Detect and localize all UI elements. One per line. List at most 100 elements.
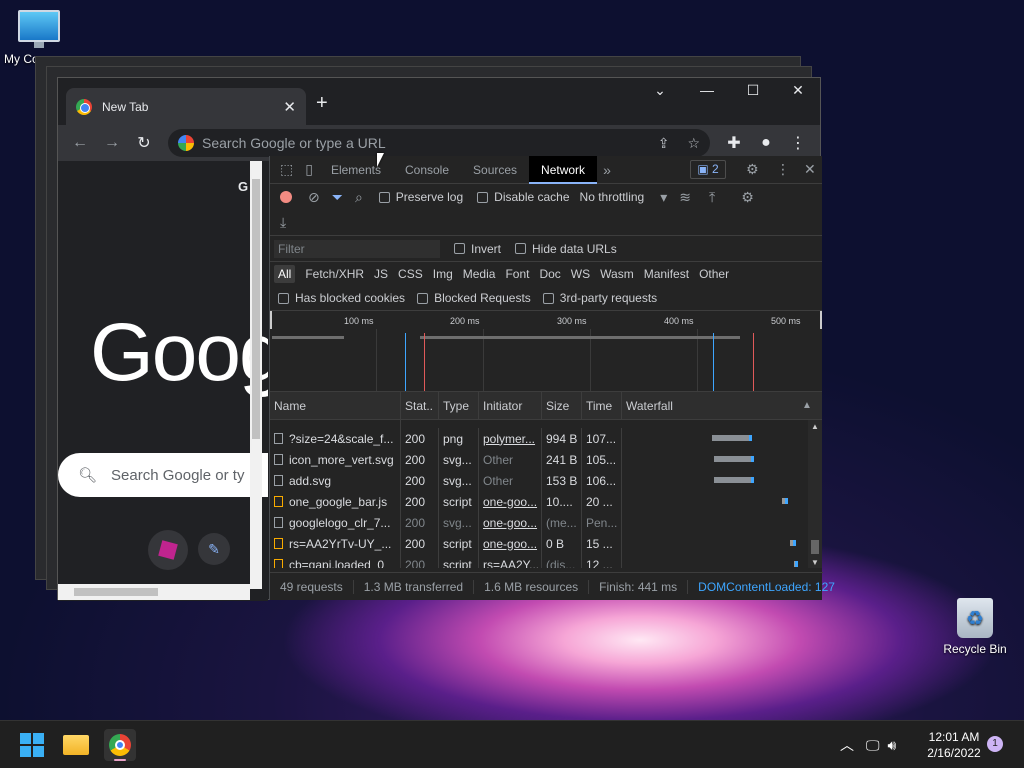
col-initiator[interactable]: Initiator (479, 392, 542, 419)
profile-avatar-icon[interactable]: ● (750, 134, 782, 152)
issues-count: 2 (711, 162, 719, 176)
table-row[interactable]: rs=AA2YrTv-UY_... 200 script one-goo... 0 B 1… (270, 533, 822, 554)
blocked-cookies-checkbox[interactable] (278, 292, 289, 304)
page-vertical-scrollbar[interactable] (250, 161, 262, 589)
type-filter-fetch-xhr[interactable]: Fetch/XHR (305, 267, 364, 281)
record-button[interactable] (280, 191, 292, 203)
table-row[interactable]: ?size=24&scale_f... 200 png polymer... 994 B… (270, 428, 822, 449)
bookmark-star-icon[interactable]: ☆ (687, 135, 700, 152)
chrome-taskbar-button[interactable] (104, 729, 136, 761)
type-filter-manifest[interactable]: Manifest (644, 267, 689, 281)
scroll-up-icon[interactable]: ▲ (811, 422, 819, 431)
third-party-checkbox[interactable] (542, 292, 554, 304)
import-har-icon[interactable]: ⤒ (703, 189, 721, 206)
tab-sources[interactable]: Sources (461, 156, 529, 184)
table-row[interactable] (270, 420, 822, 428)
invert-checkbox[interactable] (454, 243, 465, 254)
hide-data-urls-checkbox[interactable] (515, 243, 527, 254)
type-filter-wasm[interactable]: Wasm (600, 267, 634, 281)
sort-ascending-icon[interactable]: ▲ (802, 400, 822, 411)
col-size[interactable]: Size (542, 392, 582, 419)
cell-initiator[interactable]: rs=AA2Y... (479, 554, 542, 568)
desktop-icon-recycle-bin[interactable]: ♻ Recycle Bin (940, 598, 1010, 656)
start-button[interactable] (16, 729, 48, 761)
table-row[interactable]: add.svg 200 svg... Other 153 B 106... (270, 470, 822, 491)
network-settings-icon[interactable]: ⚙ (735, 189, 760, 206)
filter-input[interactable]: Filter (274, 239, 440, 258)
inspect-element-icon[interactable]: ⬚ (274, 161, 299, 178)
col-name[interactable]: Name (270, 392, 401, 419)
reload-button[interactable]: ↻ (128, 133, 160, 153)
cell-initiator[interactable]: polymer... (479, 428, 542, 449)
scroll-down-icon[interactable]: ▼ (811, 558, 819, 567)
overview-handle-left[interactable] (270, 311, 272, 329)
table-row[interactable]: googlelogo_clr_7... 200 svg... one-goo... (m… (270, 512, 822, 533)
device-toolbar-icon[interactable]: ▯ (299, 161, 319, 178)
tab-new-tab[interactable]: New Tab ✕ (66, 88, 306, 125)
disable-cache-checkbox[interactable] (477, 191, 489, 203)
network-overview[interactable]: 100 ms 200 ms 300 ms 400 ms 500 ms (270, 310, 822, 392)
tab-close-icon[interactable]: ✕ (283, 98, 296, 116)
settings-gear-icon[interactable]: ⚙ (740, 161, 765, 178)
table-row[interactable]: cb=gapi.loaded_0 200 script rs=AA2Y... (dis.… (270, 554, 822, 568)
cell-initiator[interactable]: one-goo... (479, 533, 542, 554)
type-filter-js[interactable]: JS (374, 267, 388, 281)
type-filter-doc[interactable]: Doc (539, 267, 560, 281)
cell-initiator[interactable]: one-goo... (479, 491, 542, 512)
blocked-requests-checkbox[interactable] (417, 292, 429, 304)
col-time[interactable]: Time (582, 392, 622, 419)
customize-button[interactable]: ✎ (198, 533, 230, 565)
back-button[interactable]: ← (64, 134, 96, 152)
scroll-thumb[interactable] (811, 540, 819, 554)
tab-search-icon[interactable]: ⌄ (645, 82, 675, 99)
shortcut-roblox[interactable] (148, 530, 188, 570)
type-filter-all[interactable]: All (274, 265, 296, 283)
tab-network[interactable]: Network (529, 155, 598, 184)
type-filter-other[interactable]: Other (699, 267, 729, 281)
clear-icon[interactable]: ⊘ (302, 189, 326, 206)
table-row[interactable]: icon_more_vert.svg 200 svg... Other 241 B 105… (270, 449, 822, 470)
network-conditions-icon[interactable]: ≋ (673, 189, 697, 206)
search-box[interactable]: 🔍︎ Search Google or ty (58, 453, 268, 497)
type-filter-img[interactable]: Img (433, 267, 453, 281)
type-filter-css[interactable]: CSS (398, 267, 423, 281)
forward-button[interactable]: → (96, 134, 128, 152)
new-tab-button[interactable]: + (316, 92, 328, 115)
type-filter-media[interactable]: Media (463, 267, 496, 281)
overview-handle-right[interactable] (820, 311, 822, 329)
devtools-menu-icon[interactable]: ⋮ (770, 161, 796, 178)
type-filter-ws[interactable]: WS (571, 267, 590, 281)
throttling-dropdown-icon[interactable]: ▾ (654, 189, 673, 206)
close-window-button[interactable]: ✕ (783, 82, 813, 99)
export-har-icon[interactable]: ⤓ (274, 214, 292, 231)
type-filter-font[interactable]: Font (505, 267, 529, 281)
page-horizontal-scrollbar[interactable] (58, 584, 250, 600)
omnibox[interactable]: Search Google or type a URL ⇪ ☆ (168, 129, 710, 157)
preserve-log-checkbox[interactable] (378, 191, 390, 203)
search-icon[interactable]: ⌕ (349, 189, 369, 206)
close-devtools-icon[interactable]: ✕ (798, 161, 822, 178)
menu-kebab-icon[interactable]: ⋮ (782, 133, 814, 153)
throttling-select[interactable]: No throttling (580, 190, 645, 204)
cell-initiator[interactable]: one-goo... (479, 512, 542, 533)
show-hidden-icons[interactable]: ︿ (840, 735, 854, 755)
network-icon[interactable]: 🖵︎ (866, 737, 880, 754)
share-icon[interactable]: ⇪ (658, 135, 670, 152)
col-status[interactable]: Stat.. (401, 392, 439, 419)
table-scrollbar[interactable]: ▲ ▼ (808, 420, 822, 568)
col-waterfall[interactable]: Waterfall (622, 392, 802, 419)
more-tabs-icon[interactable]: » (597, 162, 617, 178)
col-type[interactable]: Type (439, 392, 479, 419)
notification-badge[interactable]: 1 (987, 736, 1003, 752)
filter-icon[interactable]: ⏷ (326, 189, 349, 206)
table-row[interactable]: one_google_bar.js 200 script one-goo... 10..… (270, 491, 822, 512)
minimize-button[interactable]: — (692, 82, 722, 98)
tab-console[interactable]: Console (393, 156, 461, 184)
file-explorer-button[interactable] (60, 729, 92, 761)
extensions-puzzle-icon[interactable]: ✚ (718, 133, 750, 153)
header-link[interactable]: G (238, 179, 248, 194)
volume-icon[interactable]: 🔊︎ (888, 737, 897, 754)
issues-badge[interactable]: ▣ 2 (690, 160, 726, 179)
clock[interactable]: 12:01 AM 2/16/2022 (914, 729, 994, 761)
maximize-button[interactable]: ☐ (738, 82, 768, 99)
